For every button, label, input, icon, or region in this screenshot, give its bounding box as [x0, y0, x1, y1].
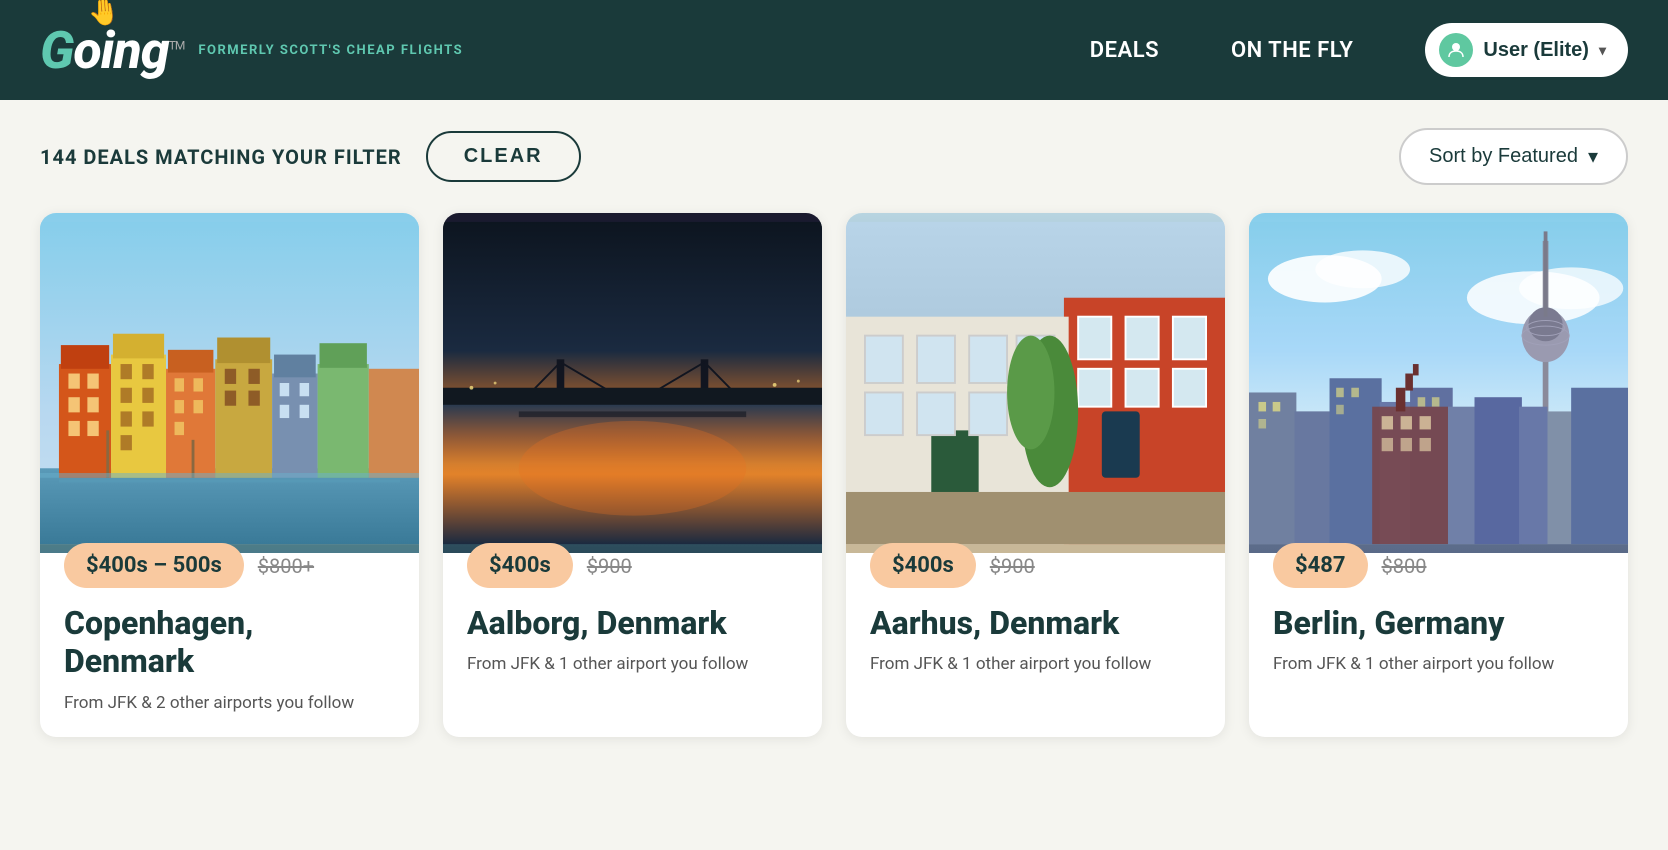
city-name-aarhus: Aarhus, Denmark [870, 604, 1201, 642]
price-row-copenhagen: $400s – 500s $800+ [64, 543, 395, 588]
deal-card-aalborg[interactable]: $400s $900 Aalborg, Denmark From JFK & 1… [443, 213, 822, 737]
deal-card-berlin[interactable]: $487 $800 Berlin, Germany From JFK & 1 o… [1249, 213, 1628, 737]
card-image-aalborg [443, 213, 822, 553]
nav-fly[interactable]: ON THE FLY [1231, 38, 1353, 63]
clear-button[interactable]: CLEAR [426, 131, 581, 182]
from-text-aalborg: From JFK & 1 other airport you follow [467, 654, 798, 674]
card-body-copenhagen: $400s – 500s $800+ Copenhagen,Denmark Fr… [40, 553, 419, 737]
cards-grid: $400s – 500s $800+ Copenhagen,Denmark Fr… [0, 213, 1668, 777]
navbar: 🤚 GoingTM FORMERLY SCOTT'S CHEAP FLIGHTS… [0, 0, 1668, 100]
deals-count: 144 DEALS MATCHING YOUR FILTER [40, 145, 402, 169]
price-row-aarhus: $400s $900 [870, 543, 1201, 588]
card-body-aalborg: $400s $900 Aalborg, Denmark From JFK & 1… [443, 553, 822, 698]
price-badge-berlin: $487 [1273, 543, 1368, 588]
avatar [1439, 33, 1473, 67]
card-image-copenhagen [40, 213, 419, 553]
card-image-berlin [1249, 213, 1628, 553]
original-price-berlin: $800 [1382, 554, 1427, 578]
nav-deals[interactable]: DEALS [1090, 38, 1159, 63]
city-name-copenhagen: Copenhagen,Denmark [64, 604, 395, 681]
deal-card-copenhagen[interactable]: $400s – 500s $800+ Copenhagen,Denmark Fr… [40, 213, 419, 737]
logo: GoingTM [40, 20, 184, 81]
filter-bar: 144 DEALS MATCHING YOUR FILTER CLEAR Sor… [0, 100, 1668, 213]
original-price-aalborg: $900 [587, 554, 632, 578]
chevron-down-icon: ▾ [1599, 42, 1606, 59]
sort-chevron-icon: ▾ [1588, 144, 1598, 169]
price-row-berlin: $487 $800 [1273, 543, 1604, 588]
from-text-aarhus: From JFK & 1 other airport you follow [870, 654, 1201, 674]
user-label: User (Elite) [1483, 39, 1589, 62]
formerly-text: FORMERLY SCOTT'S CHEAP FLIGHTS [198, 43, 463, 58]
logo-area: 🤚 GoingTM FORMERLY SCOTT'S CHEAP FLIGHTS [40, 20, 463, 81]
price-badge-copenhagen: $400s – 500s [64, 543, 244, 588]
deal-card-aarhus[interactable]: $400s $900 Aarhus, Denmark From JFK & 1 … [846, 213, 1225, 737]
from-text-berlin: From JFK & 1 other airport you follow [1273, 654, 1604, 674]
card-body-aarhus: $400s $900 Aarhus, Denmark From JFK & 1 … [846, 553, 1225, 698]
original-price-aarhus: $900 [990, 554, 1035, 578]
sort-button[interactable]: Sort by Featured ▾ [1399, 128, 1628, 185]
city-name-aalborg: Aalborg, Denmark [467, 604, 798, 642]
original-price-copenhagen: $800+ [258, 554, 314, 578]
logo-tm: TM [169, 38, 185, 52]
card-body-berlin: $487 $800 Berlin, Germany From JFK & 1 o… [1249, 553, 1628, 698]
city-name-berlin: Berlin, Germany [1273, 604, 1604, 642]
from-text-copenhagen: From JFK & 2 other airports you follow [64, 693, 395, 713]
price-badge-aalborg: $400s [467, 543, 573, 588]
user-menu-button[interactable]: User (Elite) ▾ [1425, 23, 1628, 77]
price-row-aalborg: $400s $900 [467, 543, 798, 588]
sort-label: Sort by Featured [1429, 145, 1578, 168]
price-badge-aarhus: $400s [870, 543, 976, 588]
card-image-aarhus [846, 213, 1225, 553]
